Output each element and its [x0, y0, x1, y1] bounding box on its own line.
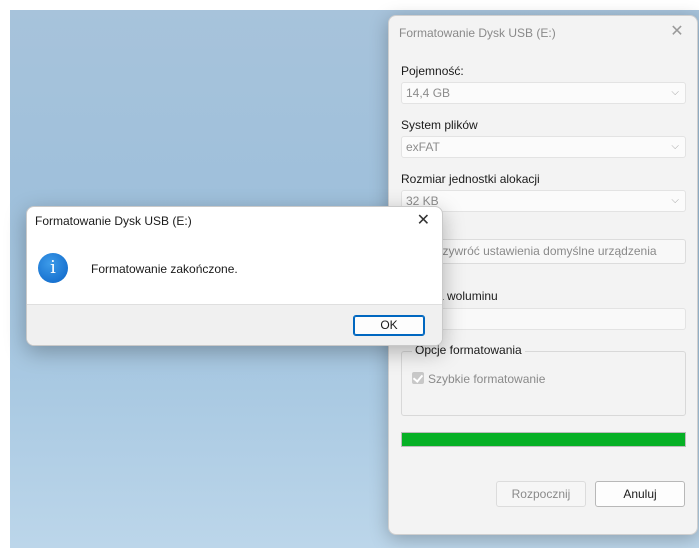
- format-dialog-title: Formatowanie Dysk USB (E:): [399, 26, 556, 40]
- cancel-button[interactable]: Anuluj: [595, 481, 685, 507]
- ok-button[interactable]: OK: [353, 315, 425, 336]
- message-box-title: Formatowanie Dysk USB (E:): [35, 214, 192, 228]
- close-icon[interactable]: ✕: [417, 211, 430, 231]
- progress-bar: [401, 432, 686, 447]
- volume-label-input[interactable]: [401, 308, 686, 330]
- quick-format-label: Szybkie formatowanie: [428, 372, 546, 386]
- restore-defaults-button[interactable]: Przywróć ustawienia domyślne urządzenia: [401, 239, 686, 264]
- chevron-down-icon: ⌵: [671, 195, 679, 206]
- capacity-label: Pojemność:: [401, 64, 464, 78]
- close-icon[interactable]: ✕: [667, 22, 687, 42]
- info-icon: i: [38, 253, 68, 283]
- message-box: Formatowanie Dysk USB (E:) ✕ i Formatowa…: [26, 206, 443, 346]
- message-text: Formatowanie zakończone.: [91, 262, 238, 276]
- chevron-down-icon: ⌵: [671, 141, 679, 152]
- message-box-footer: OK: [27, 304, 442, 345]
- capacity-value: 14,4 GB: [406, 86, 451, 100]
- checkbox-checked-icon: [412, 372, 424, 384]
- start-button[interactable]: Rozpocznij: [496, 481, 586, 507]
- chevron-down-icon: ⌵: [671, 87, 679, 98]
- filesystem-label: System plików: [401, 118, 478, 132]
- allocation-label: Rozmiar jednostki alokacji: [401, 172, 540, 186]
- filesystem-value: exFAT: [406, 140, 440, 154]
- quick-format-checkbox[interactable]: Szybkie formatowanie: [412, 372, 545, 386]
- filesystem-select[interactable]: exFAT ⌵: [401, 136, 686, 158]
- format-options-group: Opcje formatowania Szybkie formatowanie: [401, 343, 686, 416]
- progress-fill: [402, 433, 685, 446]
- capacity-select[interactable]: 14,4 GB ⌵: [401, 82, 686, 104]
- allocation-select[interactable]: 32 KB ⌵: [401, 190, 686, 212]
